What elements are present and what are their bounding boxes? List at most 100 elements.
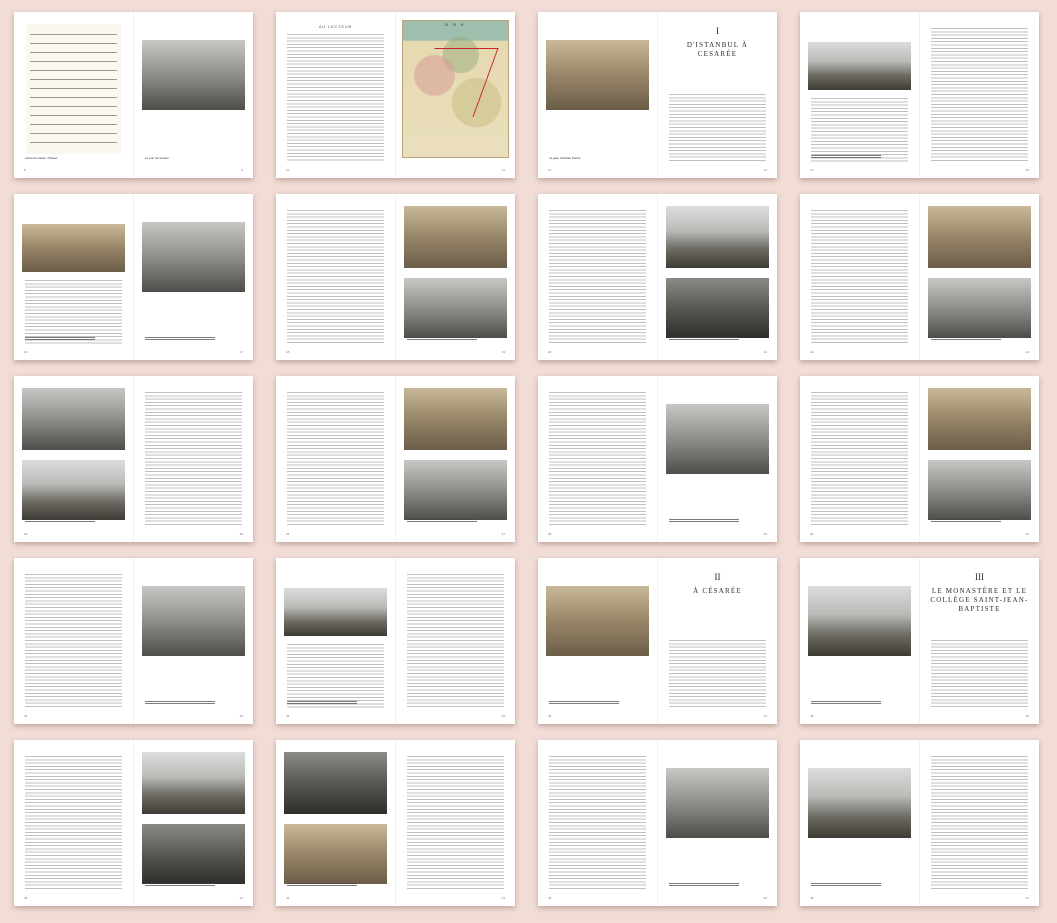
page-number: 35 [501, 714, 505, 718]
left-page: 28 [538, 376, 657, 542]
book-spread: 42 43 [276, 740, 515, 906]
photograph [808, 42, 911, 90]
book-spread: 18 19 [276, 194, 515, 360]
spine-gutter [657, 12, 658, 178]
book-spread: 38 III LE MONASTÈRE ET LE COLLÈGE SAINT-JE… [800, 558, 1039, 724]
left-page: 38 [800, 558, 919, 724]
page-number: 29 [763, 532, 767, 536]
page-number: 27 [501, 532, 505, 536]
page-number: 23 [1025, 350, 1029, 354]
left-page: 16 [14, 194, 133, 360]
book-spread: 32 33 [14, 558, 253, 724]
photograph [808, 768, 911, 838]
photograph-bottom [666, 278, 769, 338]
page-number: 8 [24, 168, 26, 172]
caption-text: La gare d'Haidar Pacha [549, 156, 581, 160]
caption-line [25, 521, 95, 523]
caption-line [287, 703, 357, 705]
page-number: 34 [286, 714, 290, 718]
left-page: 18 [276, 194, 395, 360]
book-spread: 34 35 [276, 558, 515, 724]
page-number: 33 [239, 714, 243, 718]
page-number: 31 [1025, 532, 1029, 536]
right-page: II À CÉSARÉE 37 [658, 558, 777, 724]
photograph-bottom [928, 460, 1031, 520]
right-page: 25 [134, 376, 253, 542]
right-page: 43 [396, 740, 515, 906]
caption-line [811, 157, 881, 159]
page-number: 15 [1025, 168, 1029, 172]
page-number: 14 [810, 168, 814, 172]
page-number: 9 [241, 168, 243, 172]
photo-caption [669, 881, 739, 888]
body-text-block [931, 756, 1028, 890]
right-page: 21 [658, 194, 777, 360]
left-page: 42 [276, 740, 395, 906]
photograph-top [404, 206, 507, 268]
page-number: 36 [548, 714, 552, 718]
photograph [546, 586, 649, 656]
photograph-bottom [284, 824, 387, 884]
left-page: 26 [276, 376, 395, 542]
book-spread: 16 17 [14, 194, 253, 360]
route-line [409, 48, 499, 118]
photograph [546, 40, 649, 110]
chapter-number: I [716, 26, 719, 36]
caption-line [145, 885, 215, 887]
right-page: 23 [920, 194, 1039, 360]
caption-line [669, 336, 739, 338]
photo-caption [407, 517, 477, 524]
caption-line [145, 700, 215, 702]
left-page: 44 [538, 740, 657, 906]
photo-caption [931, 517, 1001, 524]
left-page: 24 [14, 376, 133, 542]
body-text-block [25, 574, 122, 708]
body-text-block [811, 392, 908, 526]
right-page: 47 [920, 740, 1039, 906]
page-number: 11 [501, 168, 505, 172]
right-page: Le port de Scutari 9 [134, 12, 253, 178]
chapter-heading: II À CÉSARÉE [658, 572, 777, 596]
book-spread: 20 21 [538, 194, 777, 360]
left-page: Lettre de Father Thibaut, 8 [14, 12, 133, 178]
body-text-block [811, 210, 908, 344]
left-page: 36 [538, 558, 657, 724]
left-page: 30 [800, 376, 919, 542]
photograph-top [928, 388, 1031, 450]
caption-line [287, 885, 357, 887]
caption-line [669, 518, 739, 520]
photograph-bottom [142, 824, 245, 884]
caption-line [811, 700, 881, 702]
caption-line [145, 703, 215, 705]
right-page: 19 [396, 194, 515, 360]
page-number: 16 [24, 350, 28, 354]
chapter-title: LE MONASTÈRE ET LE COLLÈGE SAINT-JEAN-BA… [930, 587, 1029, 613]
page-number: 42 [286, 896, 290, 900]
handwriting-lines [30, 30, 117, 148]
caption-line [549, 700, 619, 702]
page-number: 22 [810, 350, 814, 354]
caption-line [931, 521, 1001, 523]
body-text-block [25, 756, 122, 890]
caption-line [669, 885, 739, 887]
caption-line [407, 339, 477, 341]
caption-line [931, 336, 1001, 338]
photograph-bottom [404, 278, 507, 338]
caption-text: Le port de Scutari [145, 156, 169, 160]
caption-line [811, 154, 881, 156]
left-page: 40 [14, 740, 133, 906]
photograph-top [22, 388, 125, 450]
right-page: 27 [396, 376, 515, 542]
page-number: 45 [763, 896, 767, 900]
caption-line [931, 339, 1001, 341]
photograph [666, 768, 769, 838]
photograph-top [928, 206, 1031, 268]
spine-gutter [919, 194, 920, 360]
book-spread: Lettre de Father Thibaut, 8 Le port de Scu… [14, 12, 253, 178]
book-spread: 36 II À CÉSARÉE 37 [538, 558, 777, 724]
page-number: 44 [548, 896, 552, 900]
right-page: I D'ISTANBUL À CESARÉE 13 [658, 12, 777, 178]
body-text-block [549, 210, 646, 344]
body-text-block [669, 640, 766, 708]
page-number: 40 [24, 896, 28, 900]
